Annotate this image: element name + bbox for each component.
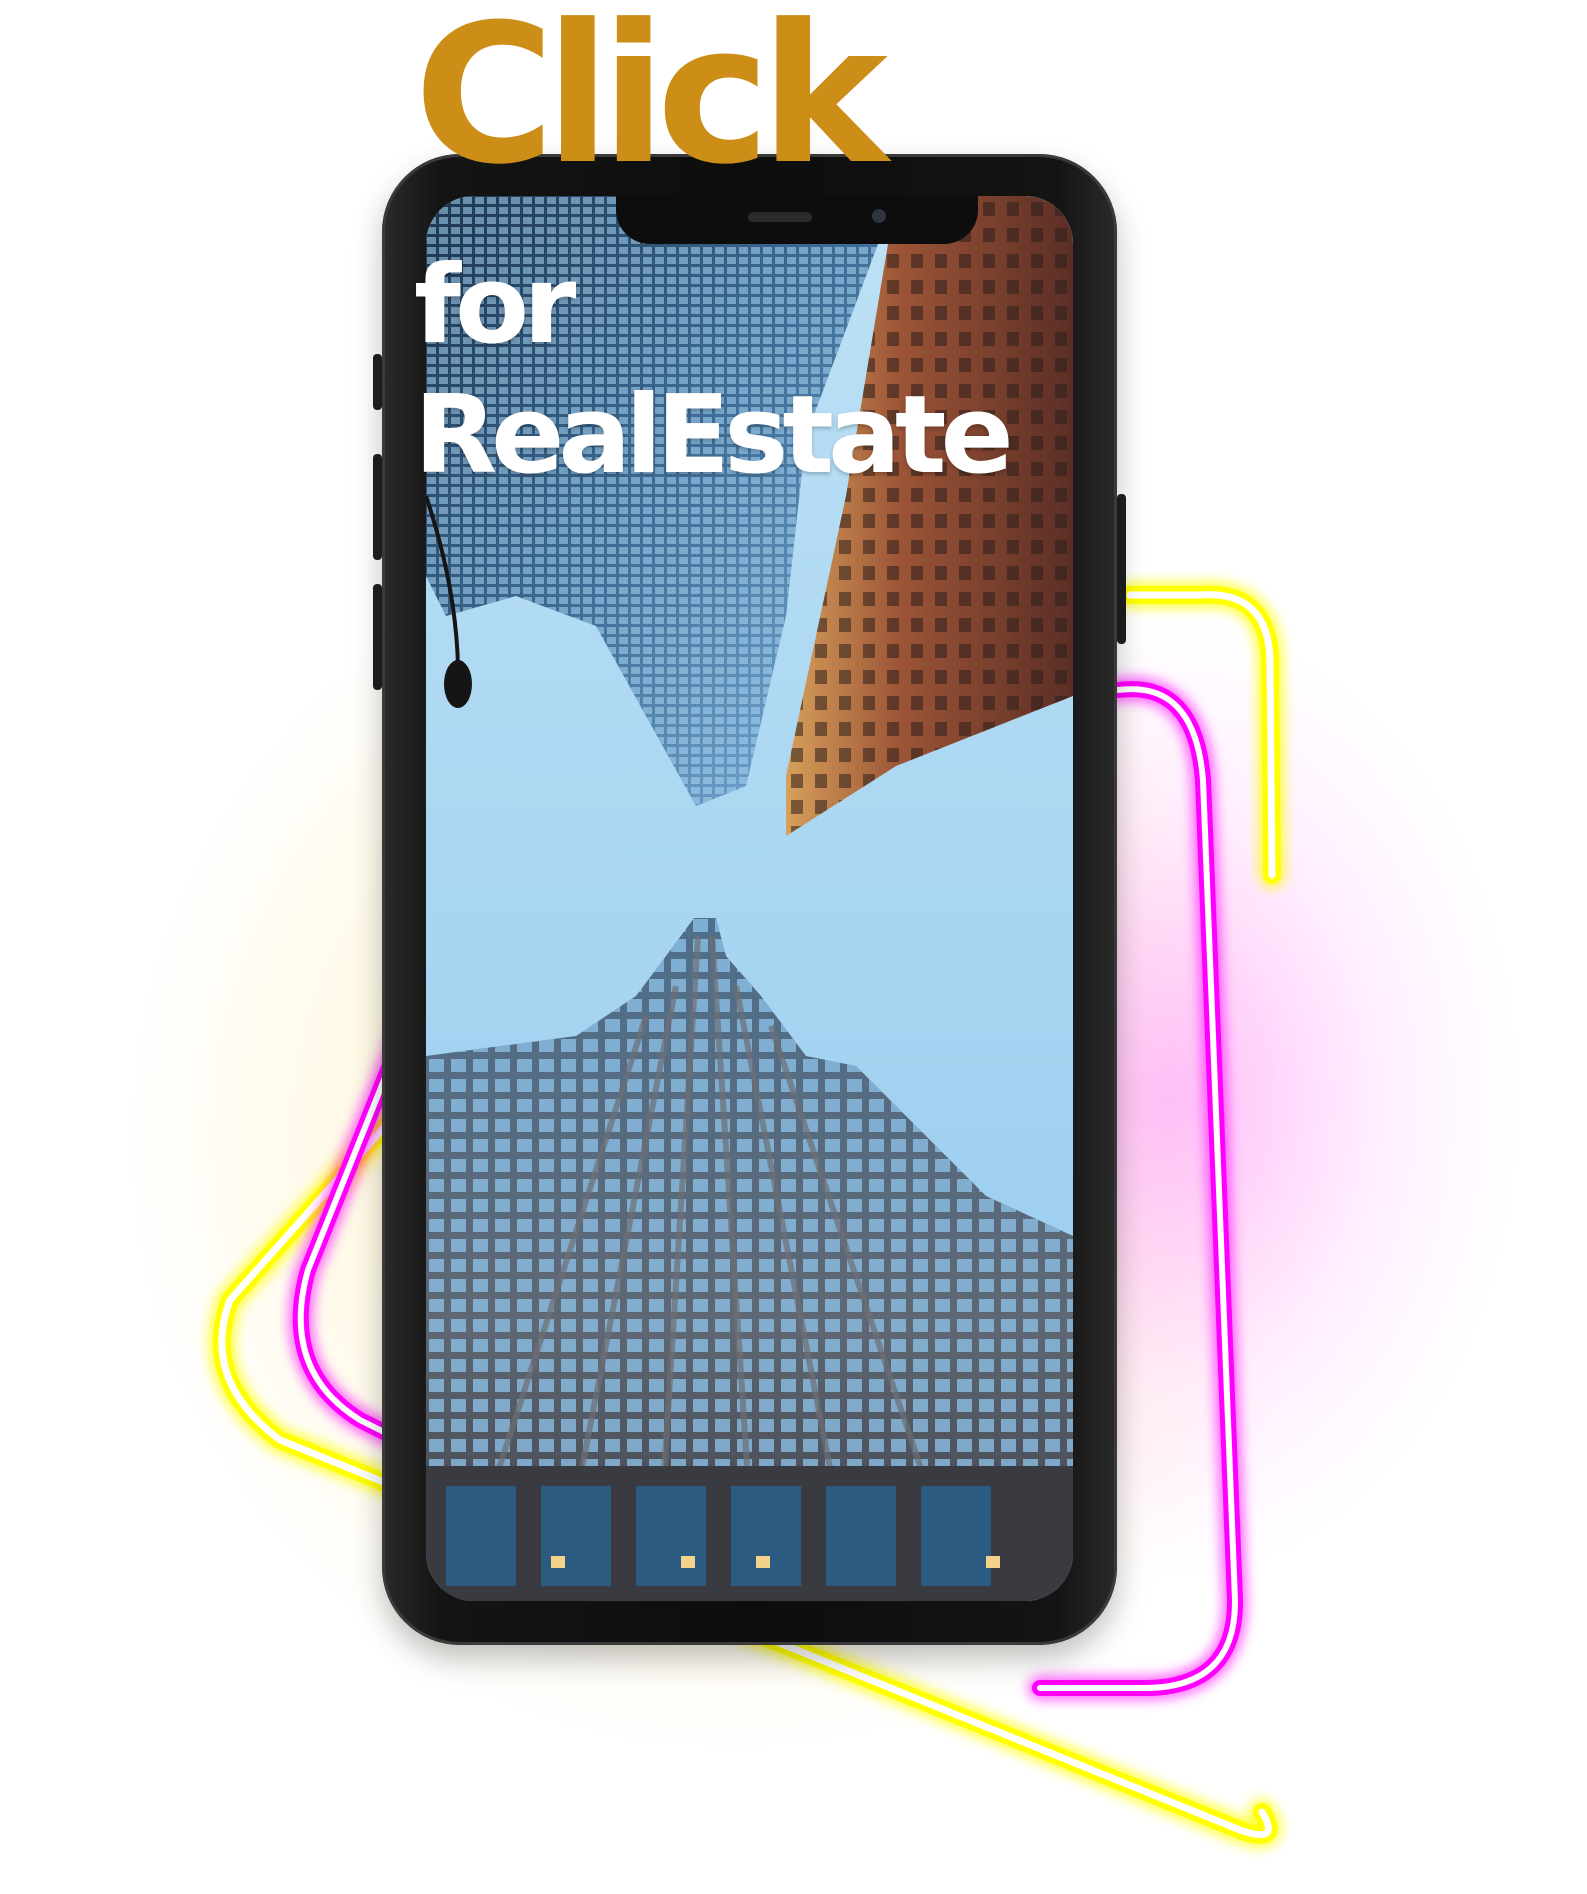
- headline-realestate: RealEstate: [414, 373, 1014, 498]
- phone-volume-up-button: [373, 454, 382, 560]
- phone-speaker: [748, 212, 812, 222]
- phone-power-button: [1117, 494, 1126, 644]
- headline-click: Click: [414, 0, 888, 207]
- phone-volume-down-button: [373, 584, 382, 690]
- headline-for: for: [414, 243, 576, 368]
- phone-camera-icon: [872, 209, 886, 223]
- phone-action-button: [373, 354, 382, 410]
